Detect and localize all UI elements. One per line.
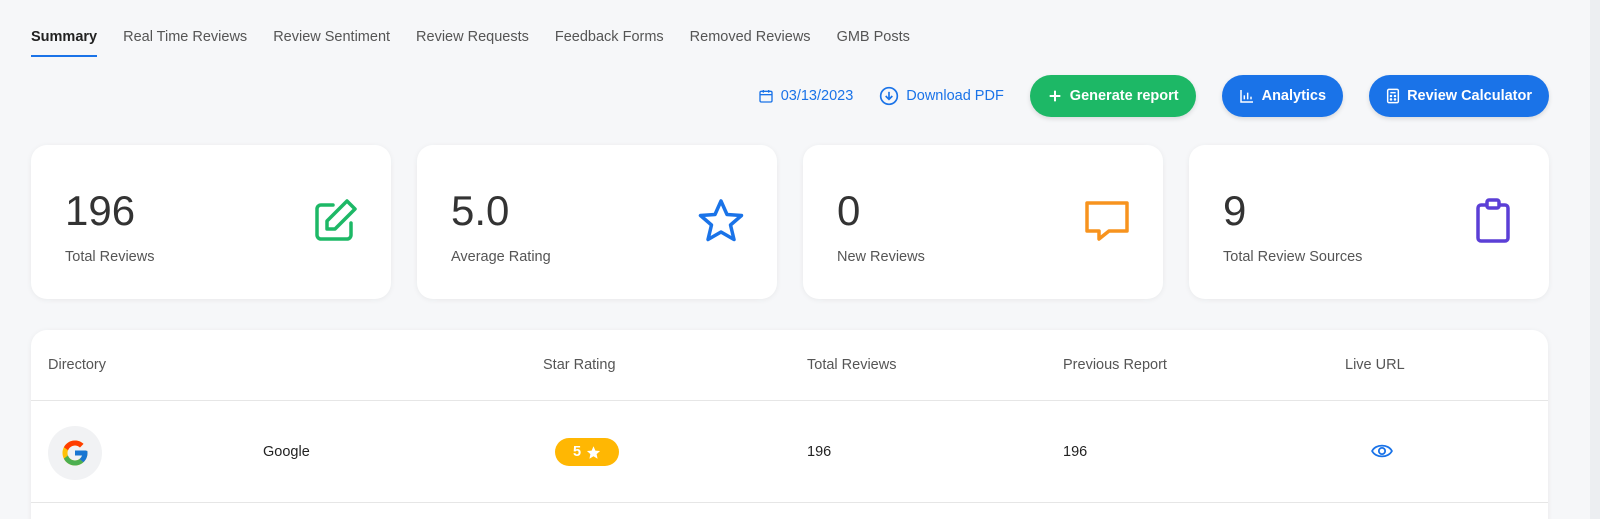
google-icon — [62, 440, 88, 466]
card-average-rating: 5.0 Average Rating — [417, 145, 777, 299]
new-reviews-label: New Reviews — [837, 249, 925, 265]
review-calculator-button[interactable]: Review Calculator — [1369, 75, 1549, 117]
header-previous-report: Previous Report — [1063, 357, 1167, 373]
star-rating-badge: 5 — [555, 438, 619, 466]
download-icon — [880, 86, 899, 106]
directory-name: Google — [263, 444, 310, 460]
eye-icon[interactable] — [1371, 442, 1393, 460]
table-header: Directory Star Rating Total Reviews Prev… — [31, 330, 1548, 401]
tab-review-sentiment[interactable]: Review Sentiment — [273, 29, 390, 57]
download-pdf-label: Download PDF — [906, 88, 1004, 104]
generate-report-label: Generate report — [1069, 88, 1179, 104]
average-rating-value: 5.0 — [451, 187, 510, 234]
calculator-icon — [1387, 88, 1400, 104]
total-reviews-value: 196 — [65, 187, 136, 234]
tab-real-time-reviews[interactable]: Real Time Reviews — [123, 29, 247, 57]
tab-gmb-posts[interactable]: GMB Posts — [837, 29, 910, 57]
date-label: 03/13/2023 — [780, 88, 854, 104]
total-review-sources-value: 9 — [1223, 187, 1247, 234]
previous-report-cell: 196 — [1063, 444, 1088, 460]
page-scrollbar[interactable] — [1590, 0, 1600, 519]
clipboard-icon — [1476, 198, 1510, 243]
tab-bar: Summary Real Time Reviews Review Sentime… — [31, 29, 910, 57]
header-directory: Directory — [48, 357, 107, 373]
bar-chart-icon — [1239, 90, 1253, 103]
tab-removed-reviews[interactable]: Removed Reviews — [690, 29, 811, 57]
star-rating-value: 5 — [572, 444, 582, 460]
action-bar: 03/13/2023 Download PDF Generate report … — [758, 75, 1549, 117]
header-star-rating: Star Rating — [543, 357, 616, 373]
tab-review-requests[interactable]: Review Requests — [416, 29, 529, 57]
total-reviews-cell: 196 — [807, 444, 832, 460]
plus-icon — [1049, 90, 1061, 102]
total-review-sources-label: Total Review Sources — [1223, 249, 1363, 265]
header-total-reviews: Total Reviews — [807, 357, 897, 373]
review-calculator-label: Review Calculator — [1407, 88, 1532, 104]
card-new-reviews: 0 New Reviews — [803, 145, 1163, 299]
tab-feedback-forms[interactable]: Feedback Forms — [555, 29, 664, 57]
table-row: Google 5 196 196 — [31, 401, 1548, 503]
calendar-icon — [759, 90, 773, 103]
tab-summary[interactable]: Summary — [31, 29, 98, 57]
star-filled-icon — [586, 445, 601, 459]
date-picker-button[interactable]: 03/13/2023 — [758, 88, 854, 104]
card-total-review-sources: 9 Total Review Sources — [1189, 145, 1549, 299]
average-rating-label: Average Rating — [451, 249, 551, 265]
directory-table: Directory Star Rating Total Reviews Prev… — [31, 330, 1548, 519]
download-pdf-button[interactable]: Download PDF — [879, 86, 1004, 106]
header-live-url: Live URL — [1345, 357, 1405, 373]
generate-report-button[interactable]: Generate report — [1029, 75, 1196, 117]
new-reviews-value: 0 — [837, 187, 861, 234]
edit-icon — [315, 199, 357, 241]
card-total-reviews: 196 Total Reviews — [31, 145, 391, 299]
total-reviews-label: Total Reviews — [65, 249, 155, 265]
google-logo — [48, 426, 102, 480]
star-icon — [698, 199, 744, 242]
analytics-label: Analytics — [1261, 88, 1327, 104]
stat-cards: 196 Total Reviews 5.0 Average Rating 0 N… — [31, 145, 1549, 299]
analytics-button[interactable]: Analytics — [1221, 75, 1344, 117]
chat-icon — [1085, 201, 1129, 241]
